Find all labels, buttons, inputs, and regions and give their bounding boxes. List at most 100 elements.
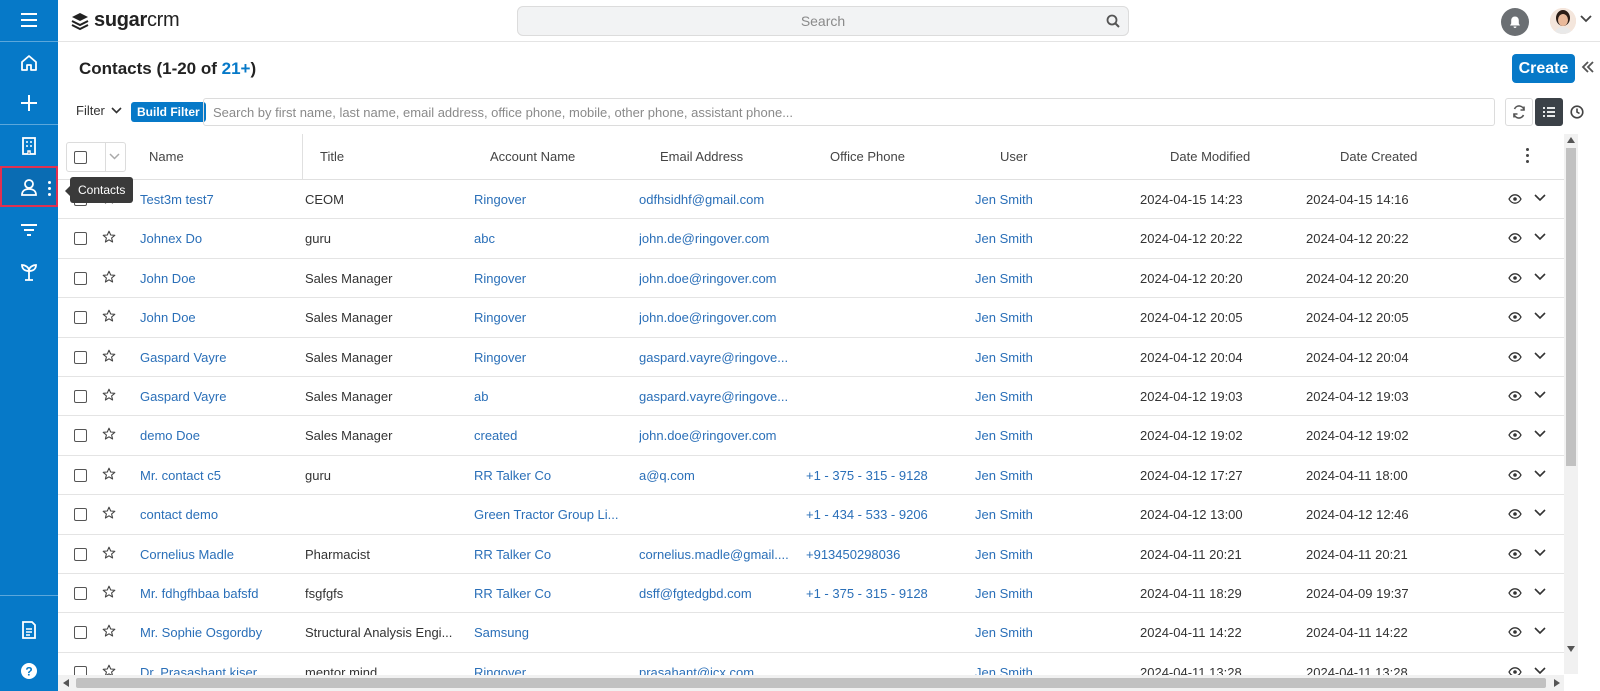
row-checkbox[interactable]: [74, 271, 87, 285]
cell-email-address[interactable]: john.doe@ringover.com: [639, 271, 799, 286]
cell-name[interactable]: John Doe: [140, 271, 298, 286]
eye-icon[interactable]: [1508, 587, 1522, 599]
cell-user[interactable]: Jen Smith: [975, 310, 1135, 325]
column-header-email-address[interactable]: Email Address: [660, 149, 743, 164]
horizontal-scrollbar-thumb[interactable]: [76, 678, 1546, 688]
column-options-kebab-icon[interactable]: [1526, 148, 1529, 163]
eye-icon[interactable]: [1508, 666, 1522, 675]
sidebar-item-accounts[interactable]: [0, 126, 58, 166]
list-search-input[interactable]: Search by first name, last name, email a…: [203, 98, 1495, 126]
row-checkbox[interactable]: [74, 390, 87, 403]
cell-name[interactable]: Mr. contact c5: [140, 468, 298, 483]
cell-email-address[interactable]: john.de@ringover.com: [639, 231, 799, 246]
table-row[interactable]: John Doe Sales Manager Ringover john.doe@ri…: [58, 298, 1564, 338]
table-row[interactable]: Mr. Sophie Osgordby Structural Analysis E…: [58, 613, 1564, 653]
column-header-date-created[interactable]: Date Created: [1340, 149, 1417, 164]
filter-dropdown[interactable]: Filter: [76, 103, 122, 118]
chevron-down-icon[interactable]: [1534, 588, 1546, 596]
eye-icon[interactable]: [1508, 429, 1522, 441]
column-header-name[interactable]: Name: [149, 149, 184, 164]
cell-account-name[interactable]: Ringover: [474, 350, 634, 365]
cell-name[interactable]: John Doe: [140, 310, 298, 325]
chevron-down-icon[interactable]: [1534, 233, 1546, 241]
chevron-down-icon[interactable]: [1534, 194, 1546, 202]
chevron-down-icon[interactable]: [1534, 312, 1546, 320]
star-icon[interactable]: [102, 624, 116, 638]
cell-email-address[interactable]: john.doe@ringover.com: [639, 428, 799, 443]
cell-user[interactable]: Jen Smith: [975, 192, 1135, 207]
eye-icon[interactable]: [1508, 351, 1522, 363]
table-row[interactable]: Gaspard Vayre Sales Manager ab gaspard.vayr…: [58, 377, 1564, 417]
row-checkbox[interactable]: [74, 547, 87, 561]
sugarcrm-logo[interactable]: sugarcrm: [70, 9, 180, 32]
table-row[interactable]: Johnex Do guru abc john.de@ringover.com Jen …: [58, 219, 1564, 259]
column-header-account-name[interactable]: Account Name: [490, 149, 575, 164]
cell-user[interactable]: Jen Smith: [975, 586, 1135, 601]
cell-office-phone[interactable]: +1 - 375 - 315 - 9128: [806, 468, 966, 483]
cell-email-address[interactable]: prasahant@icx.com: [639, 665, 799, 675]
cell-account-name[interactable]: Ringover: [474, 310, 634, 325]
sidebar-item-reports[interactable]: [0, 610, 58, 650]
chevron-down-icon[interactable]: [1534, 391, 1546, 399]
star-icon[interactable]: [102, 230, 116, 244]
notifications-button[interactable]: [1501, 8, 1529, 36]
row-checkbox[interactable]: [74, 508, 87, 522]
cell-email-address[interactable]: gaspard.vayre@ringove...: [639, 350, 799, 365]
eye-icon[interactable]: [1508, 548, 1522, 560]
cell-name[interactable]: Dr. Prasashant kiser: [140, 665, 298, 675]
list-view-button[interactable]: [1535, 98, 1563, 126]
row-checkbox[interactable]: [74, 468, 87, 482]
chevron-down-icon[interactable]: [1534, 273, 1546, 281]
sidebar-item-home[interactable]: [0, 43, 58, 83]
table-row[interactable]: Mr. fdhgfhbaa bafsfd fsgfgfs RR Talker Co d…: [58, 574, 1564, 614]
chevron-down-icon[interactable]: [1580, 15, 1592, 23]
cell-account-name[interactable]: ab: [474, 389, 634, 404]
row-checkbox[interactable]: [74, 350, 87, 364]
eye-icon[interactable]: [1508, 390, 1522, 402]
chevron-down-icon[interactable]: [1534, 470, 1546, 478]
kebab-icon[interactable]: [48, 181, 52, 196]
eye-icon[interactable]: [1508, 232, 1522, 244]
column-header-office-phone[interactable]: Office Phone: [830, 149, 905, 164]
cell-account-name[interactable]: RR Talker Co: [474, 547, 634, 562]
table-row[interactable]: Mr. contact c5 guru RR Talker Co a@q.com +1 …: [58, 456, 1564, 496]
scroll-up-arrow-icon[interactable]: [1567, 137, 1575, 143]
cell-office-phone[interactable]: +1 - 434 - 533 - 9206: [806, 507, 966, 522]
cell-account-name[interactable]: RR Talker Co: [474, 468, 634, 483]
chevron-down-icon[interactable]: [1534, 667, 1546, 675]
star-icon[interactable]: [102, 546, 116, 560]
sidebar-item-opportunities[interactable]: [0, 252, 58, 292]
cell-user[interactable]: Jen Smith: [975, 271, 1135, 286]
star-icon[interactable]: [102, 506, 116, 520]
cell-user[interactable]: Jen Smith: [975, 231, 1135, 246]
cell-user[interactable]: Jen Smith: [975, 428, 1135, 443]
row-checkbox[interactable]: [74, 587, 87, 600]
cell-email-address[interactable]: a@q.com: [639, 468, 799, 483]
table-row[interactable]: Test3m test7 CEOM Ringover odfhsidhf@gmail.…: [58, 180, 1564, 220]
star-icon[interactable]: [102, 388, 116, 402]
scroll-down-arrow-icon[interactable]: [1567, 646, 1575, 652]
eye-icon[interactable]: [1508, 469, 1522, 481]
star-icon[interactable]: [102, 270, 116, 284]
sidebar-item-contacts[interactable]: [0, 166, 58, 207]
hamburger-menu-button[interactable]: [0, 0, 58, 40]
cell-email-address[interactable]: cornelius.madle@gmail....: [639, 547, 799, 562]
star-icon[interactable]: [102, 585, 116, 599]
column-resize-handle[interactable]: [302, 134, 303, 180]
table-row[interactable]: demo Doe Sales Manager created john.doe@rin…: [58, 416, 1564, 456]
refresh-button[interactable]: [1505, 98, 1533, 126]
table-row[interactable]: Gaspard Vayre Sales Manager Ringover gaspar…: [58, 338, 1564, 377]
eye-icon[interactable]: [1508, 272, 1522, 284]
eye-icon[interactable]: [1508, 311, 1522, 323]
cell-user[interactable]: Jen Smith: [975, 507, 1135, 522]
user-avatar[interactable]: [1550, 8, 1576, 34]
scroll-left-arrow-icon[interactable]: [63, 679, 69, 687]
global-search-input[interactable]: Search: [517, 6, 1129, 36]
sidebar-item-quick-create[interactable]: [0, 83, 58, 123]
vertical-scrollbar-thumb[interactable]: [1566, 148, 1576, 466]
chevron-down-icon[interactable]: [1534, 509, 1546, 517]
star-icon[interactable]: [102, 349, 116, 363]
row-checkbox[interactable]: [74, 311, 87, 325]
chevron-down-icon[interactable]: [1534, 352, 1546, 360]
table-row[interactable]: John Doe Sales Manager Ringover john.doe@ri…: [58, 259, 1564, 299]
